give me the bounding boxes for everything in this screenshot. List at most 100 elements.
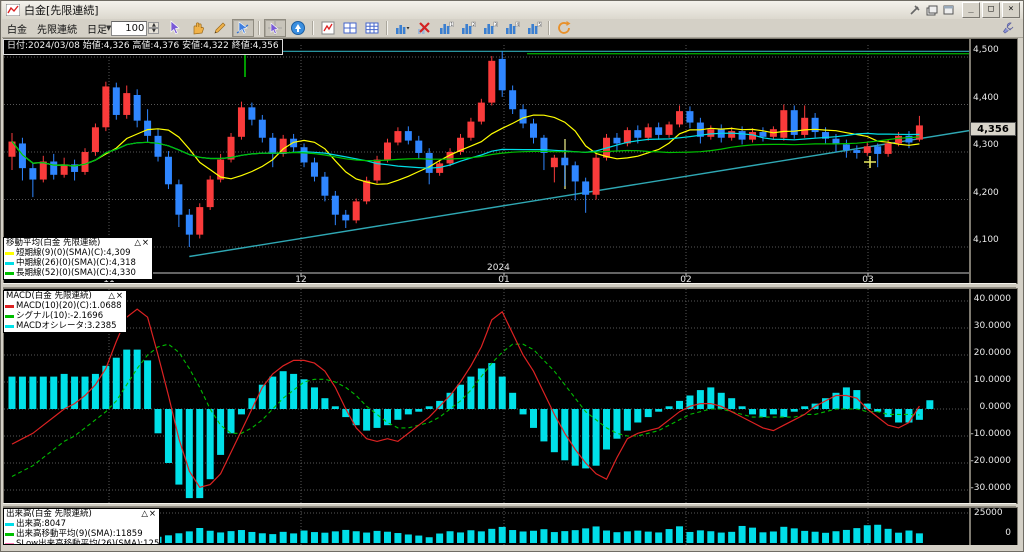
pane-separator[interactable] [3,283,1016,288]
bar-count-stepper[interactable]: ▲▼ [148,22,159,34]
legend-swatch [5,252,14,255]
maximize-button[interactable]: □ [982,2,1000,18]
legend-swatch [5,533,14,536]
axis-tick-label: 4,100 [973,235,999,245]
refresh-icon [556,20,572,36]
indicator-2-button[interactable]: 2 [458,20,478,36]
legend-swatch [5,523,14,526]
indicator-3-button[interactable]: 3 [480,20,500,36]
legend-close-icon[interactable]: × [116,291,124,301]
legend-row: 長期線(52)(0)(SMA)(C):4,330 [4,268,152,278]
window-title: 白金[先限連続] [24,2,99,18]
grid-2x2-button[interactable] [340,20,360,36]
legend-collapse-icon[interactable]: △ [108,291,116,301]
trendline-tool-button[interactable] [232,19,254,37]
legend-row: MACDオシレータ:3.2385 [4,321,126,331]
legend-close-icon[interactable]: × [142,238,150,248]
minimize-button[interactable]: _ [962,2,980,18]
ma-line-52 [12,137,919,166]
cross-mark [864,156,876,168]
axis-tick-label: -10.0000 [969,429,1011,439]
trendline-tool-icon [235,20,251,36]
oscillator-bars [9,350,934,499]
legend-collapse-icon[interactable]: △ [134,238,142,248]
legend-row: 中期線(26)(0)(SMA)(C):4,318 [4,258,152,268]
grid-2x2-icon [342,20,358,36]
timeframe-select[interactable]: 日足 [87,21,107,36]
indicator-5-icon: 5 [526,20,542,36]
legend-row: MACD(10)(20)(C):1.0688 [4,301,126,311]
axis-tick-label: 0 [969,528,1011,538]
ma-legend-box[interactable]: 移動平均(白金 先限連続) △× 短期線(9)(0)(SMA)(C):4,309… [3,237,153,280]
indicator-remove-button[interactable] [414,20,434,36]
indicator-1-button[interactable]: 1 [436,20,456,36]
pane-separator[interactable] [3,503,1016,507]
ma-line-26 [12,133,919,168]
refresh-button[interactable] [554,20,574,36]
ma-legend-title: 移動平均(白金 先限連続) [6,238,100,248]
new-chart-button[interactable] [318,20,338,36]
pencil-tool-icon [212,20,228,36]
indicator-4-icon: 4 [504,20,520,36]
titlebar: 白金[先限連続] _ □ × [2,1,1024,20]
pencil-tool-button[interactable] [210,20,230,36]
indicator-5-button[interactable]: 5 [524,20,544,36]
indicator-1-icon: 1 [438,20,454,36]
contract-label: 先限連続 [37,21,77,36]
main-price-axis[interactable] [970,38,1018,284]
axis-tick-label: 4,200 [973,188,999,198]
legend-row: シグナル(10):-2.1696 [4,311,126,321]
candles-layer [9,51,923,247]
hand-tool-icon [190,20,206,36]
restore-window-icon[interactable] [925,4,939,16]
scroll-mode-icon [290,20,306,36]
ohlc-info-bar: 日付:2024/03/08 始値:4,326 高値:4,376 安値:4,322… [3,39,283,55]
chart-region: 11120102032024 日付:2024/03/08 始値:4,326 高値… [3,38,1016,545]
cascade-window-icon[interactable] [942,4,956,16]
toolbar-separator [312,21,314,35]
axis-tick-label: 20.0000 [969,348,1011,358]
app-chart-icon [6,4,20,16]
indicator-chart-icon [394,20,410,36]
legend-swatch [5,325,14,328]
bar-count-input[interactable]: 100 [111,21,147,36]
hand-tool-button[interactable] [188,20,208,36]
legend-close-icon[interactable]: × [149,509,157,519]
volume-legend-box[interactable]: 出来高(白金 先限連続) △× 出来高:8047出来高移動平均(9)(SMA):… [3,508,160,545]
axis-tick-label: 10.0000 [969,375,1011,385]
axis-tick-label: 25000 [974,508,1003,518]
crosshair-tool-icon [267,20,283,36]
select-cursor-button[interactable] [166,20,186,36]
crosshair-tool-button[interactable] [264,19,286,37]
grid-3x3-icon [364,20,380,36]
legend-collapse-icon[interactable]: △ [141,509,149,519]
indicator-4-button[interactable]: 4 [502,20,522,36]
legend-swatch [5,543,14,546]
grid-3x3-button[interactable] [362,20,382,36]
toolbar-separator [386,21,388,35]
svg-text:2: 2 [473,22,476,28]
toolbar: 白金 先限連続 日足 ▼ 100 ▲▼ 12345 [2,19,1024,38]
chart-app-window: 白金[先限連続] _ □ × 白金 先限連続 日足 ▼ 100 ▲▼ 12345… [0,0,1024,552]
macd-legend-title: MACD(白金 先限連続) [6,291,92,301]
legend-row: 出来高移動平均(9)(SMA):11859 [4,529,159,539]
scroll-mode-button[interactable] [288,20,308,36]
current-price-tag: 4,356 [970,122,1016,136]
macd-pane[interactable] [3,288,970,504]
macd-legend-box[interactable]: MACD(白金 先限連続) △× MACD(10)(20)(C):1.0688シ… [3,290,127,333]
window-bottom-edge [2,545,1024,552]
axis-tick-label: -20.0000 [969,456,1011,466]
axis-tick-label: 4,300 [973,140,999,150]
axis-tick-label: 30.0000 [969,321,1011,331]
pin-icon[interactable] [908,4,922,16]
settings-button[interactable] [1002,21,1015,34]
toolbar-separator [548,21,550,35]
legend-swatch [5,315,14,318]
legend-row: 短期線(9)(0)(SMA)(C):4,309 [4,248,152,258]
indicator-chart-button[interactable] [392,20,412,36]
new-chart-icon [320,20,336,36]
year-label: 2024 [487,263,510,273]
volume-legend-title: 出来高(白金 先限連続) [6,509,92,519]
select-cursor-icon [168,20,184,36]
close-button[interactable]: × [1002,2,1020,18]
